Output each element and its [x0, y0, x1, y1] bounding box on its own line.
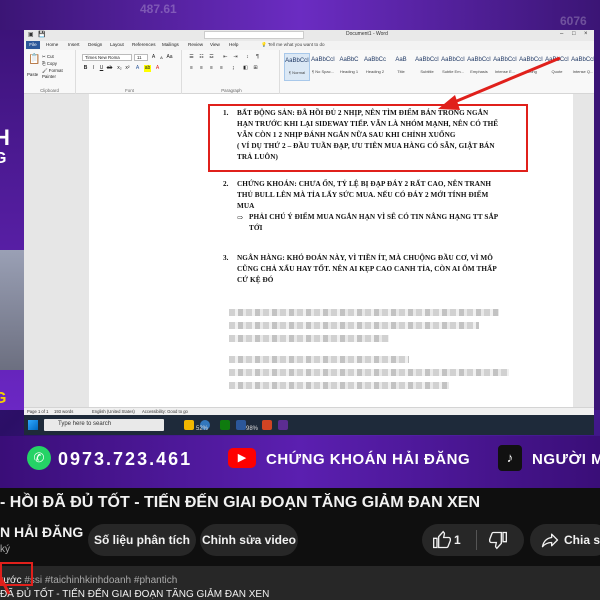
description-arrow-icon — [0, 575, 11, 595]
like-dislike-group: 1 — [422, 524, 524, 556]
contact-banner: ✆ 0973.723.461 ▶ CHỨNG KHOÁN HẢI ĐĂNG ♪ … — [0, 436, 600, 488]
analytics-button[interactable]: Số liệu phân tích — [88, 524, 196, 556]
channel-banner-name: CHỨNG KHOÁN HẢI ĐĂNG — [266, 451, 471, 468]
phone-number: 0973.723.461 — [58, 449, 193, 469]
thumbs-up-icon[interactable] — [432, 530, 452, 550]
annotation-arrow — [438, 56, 561, 110]
youtube-icon: ▶ — [228, 448, 256, 468]
edit-video-button[interactable]: Chỉnh sửa video — [200, 524, 298, 556]
like-count: 1 — [454, 533, 461, 547]
tiktok-banner-name: NGƯỜI M — [532, 451, 600, 468]
like-divider — [476, 530, 477, 550]
screenshot-root: 487.61 6076 H G G ▣ 💾 Document1 - Word –… — [0, 0, 600, 600]
description-line-2: ĐÃ ĐỦ TỐT - TIẾN ĐẾN GIAI ĐOẠN TĂNG GIẢM… — [0, 589, 270, 600]
share-icon — [541, 533, 559, 548]
channel-name[interactable]: N HẢI ĐĂNG — [0, 524, 83, 540]
video-player[interactable]: 487.61 6076 H G G ▣ 💾 Document1 - Word –… — [0, 0, 600, 488]
share-button[interactable]: Chia sẻ — [530, 524, 600, 556]
thumbs-down-icon[interactable] — [488, 530, 508, 550]
description-hashtags[interactable]: #ssi #taichinhkinhdoanh #phantich — [24, 575, 177, 586]
tiktok-icon: ♪ — [498, 445, 522, 471]
subscriber-count: ký — [0, 544, 10, 555]
whatsapp-icon: ✆ — [27, 446, 51, 470]
video-title: - HỒI ĐÃ ĐỦ TỐT - TIẾN ĐẾN GIAI ĐOẠN TĂN… — [0, 494, 480, 511]
share-label: Chia sẻ — [564, 533, 600, 547]
